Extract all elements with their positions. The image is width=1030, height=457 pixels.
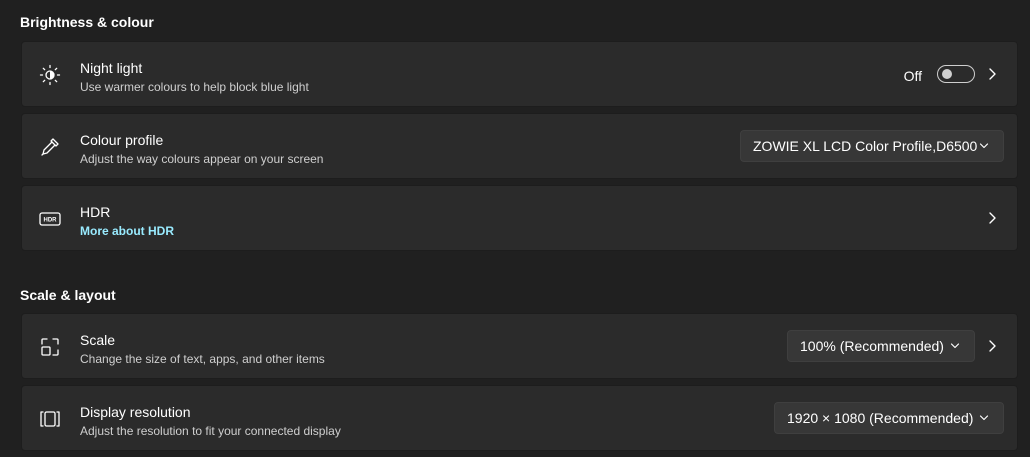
chevron-right-icon[interactable]: [985, 211, 999, 225]
night-light-toggle[interactable]: [937, 65, 975, 83]
resolution-card: Display resolution Adjust the resolution…: [21, 385, 1018, 451]
colour-profile-card: Colour profile Adjust the way colours ap…: [21, 113, 1018, 179]
svg-text:HDR: HDR: [44, 218, 58, 224]
scale-title: Scale: [80, 332, 116, 348]
resolution-icon: [38, 407, 62, 431]
night-light-toggle-label: Off: [903, 68, 922, 84]
scale-dropdown[interactable]: 100% (Recommended): [787, 330, 975, 362]
scale-icon: [38, 335, 62, 359]
chevron-right-icon[interactable]: [985, 67, 999, 81]
scale-description: Change the size of text, apps, and other…: [80, 352, 325, 366]
resolution-selected: 1920 × 1080 (Recommended): [787, 410, 974, 426]
resolution-description: Adjust the resolution to fit your connec…: [80, 424, 341, 438]
hdr-more-link[interactable]: More about HDR: [80, 224, 174, 238]
chevron-down-icon: [950, 343, 960, 349]
colour-profile-title: Colour profile: [80, 132, 164, 148]
chevron-down-icon: [979, 415, 989, 421]
colour-profile-description: Adjust the way colours appear on your sc…: [80, 152, 324, 166]
section-title-brightness: Brightness & colour: [20, 14, 154, 30]
toggle-knob: [942, 69, 952, 79]
colour-profile-dropdown[interactable]: ZOWIE XL LCD Color Profile,D6500: [740, 130, 1004, 162]
resolution-title: Display resolution: [80, 404, 191, 420]
scale-card[interactable]: Scale Change the size of text, apps, and…: [21, 313, 1018, 379]
night-light-description: Use warmer colours to help block blue li…: [80, 80, 309, 94]
hdr-card[interactable]: HDR HDR More about HDR: [21, 185, 1018, 251]
hdr-icon: HDR: [38, 207, 62, 231]
chevron-right-icon[interactable]: [985, 339, 999, 353]
section-title-scale: Scale & layout: [20, 287, 116, 303]
hdr-title: HDR: [80, 204, 111, 220]
scale-selected: 100% (Recommended): [800, 338, 944, 354]
eyedropper-icon: [38, 135, 62, 159]
night-light-card[interactable]: Night light Use warmer colours to help b…: [21, 41, 1018, 107]
brightness-sun-icon: [38, 63, 62, 87]
chevron-down-icon: [979, 143, 989, 149]
night-light-title: Night light: [80, 60, 143, 76]
resolution-dropdown[interactable]: 1920 × 1080 (Recommended): [774, 402, 1004, 434]
colour-profile-selected: ZOWIE XL LCD Color Profile,D6500: [753, 138, 978, 154]
